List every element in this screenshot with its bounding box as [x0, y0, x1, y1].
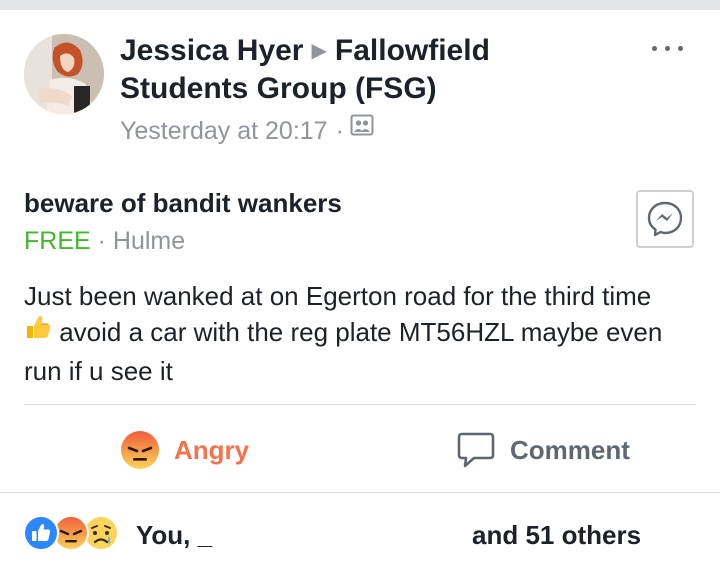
- messenger-icon: [647, 201, 683, 237]
- thumbs-up-emoji: [24, 312, 52, 349]
- like-reaction-icon: [23, 515, 59, 551]
- reactors-others[interactable]: and 51 others: [472, 518, 641, 552]
- top-separator-bar: [0, 0, 720, 10]
- angry-face-icon: [121, 431, 159, 469]
- comment-button[interactable]: Comment: [456, 428, 630, 472]
- author-name[interactable]: Jessica Hyer: [120, 34, 304, 67]
- post-header-line1: Jessica Hyer ▶ Fallowfield: [120, 32, 490, 73]
- reactions-divider: [0, 492, 720, 493]
- message-seller-button[interactable]: [636, 190, 694, 248]
- listing-title: beware of bandit wankers: [24, 188, 342, 218]
- group-name-part2[interactable]: Students Group (FSG): [120, 72, 437, 105]
- comment-icon: [457, 432, 495, 468]
- post-body-part2: avoid a car with the reg plate MT56HZL m…: [24, 317, 663, 386]
- comment-label: Comment: [510, 434, 630, 465]
- post-meta: Yesterday at 20:17 ·: [120, 114, 374, 149]
- listing-location: Hulme: [112, 227, 186, 255]
- more-options-icon[interactable]: [646, 36, 690, 60]
- angry-reaction-button[interactable]: Angry: [120, 428, 249, 472]
- listing-price-location: FREE · Hulme: [24, 224, 185, 258]
- author-avatar[interactable]: [24, 34, 104, 114]
- meta-separator: ·: [335, 117, 344, 145]
- shared-to-arrow-icon: ▶: [311, 40, 327, 62]
- group-audience-icon: [350, 112, 374, 146]
- actions-top-divider: [24, 404, 696, 405]
- post-body: Just been wanked at on Egerton road for …: [24, 278, 684, 389]
- group-name-part1[interactable]: Fallowfield: [335, 34, 490, 67]
- listing-price: FREE: [24, 227, 91, 255]
- post-body-part1: Just been wanked at on Egerton road for …: [24, 281, 652, 311]
- post-header-line2: Students Group (FSG): [120, 70, 437, 108]
- angry-reaction-label: Angry: [174, 434, 250, 465]
- price-separator: ·: [97, 227, 106, 255]
- reactors-you[interactable]: You, _: [136, 518, 212, 552]
- post-timestamp[interactable]: Yesterday at 20:17: [120, 117, 328, 145]
